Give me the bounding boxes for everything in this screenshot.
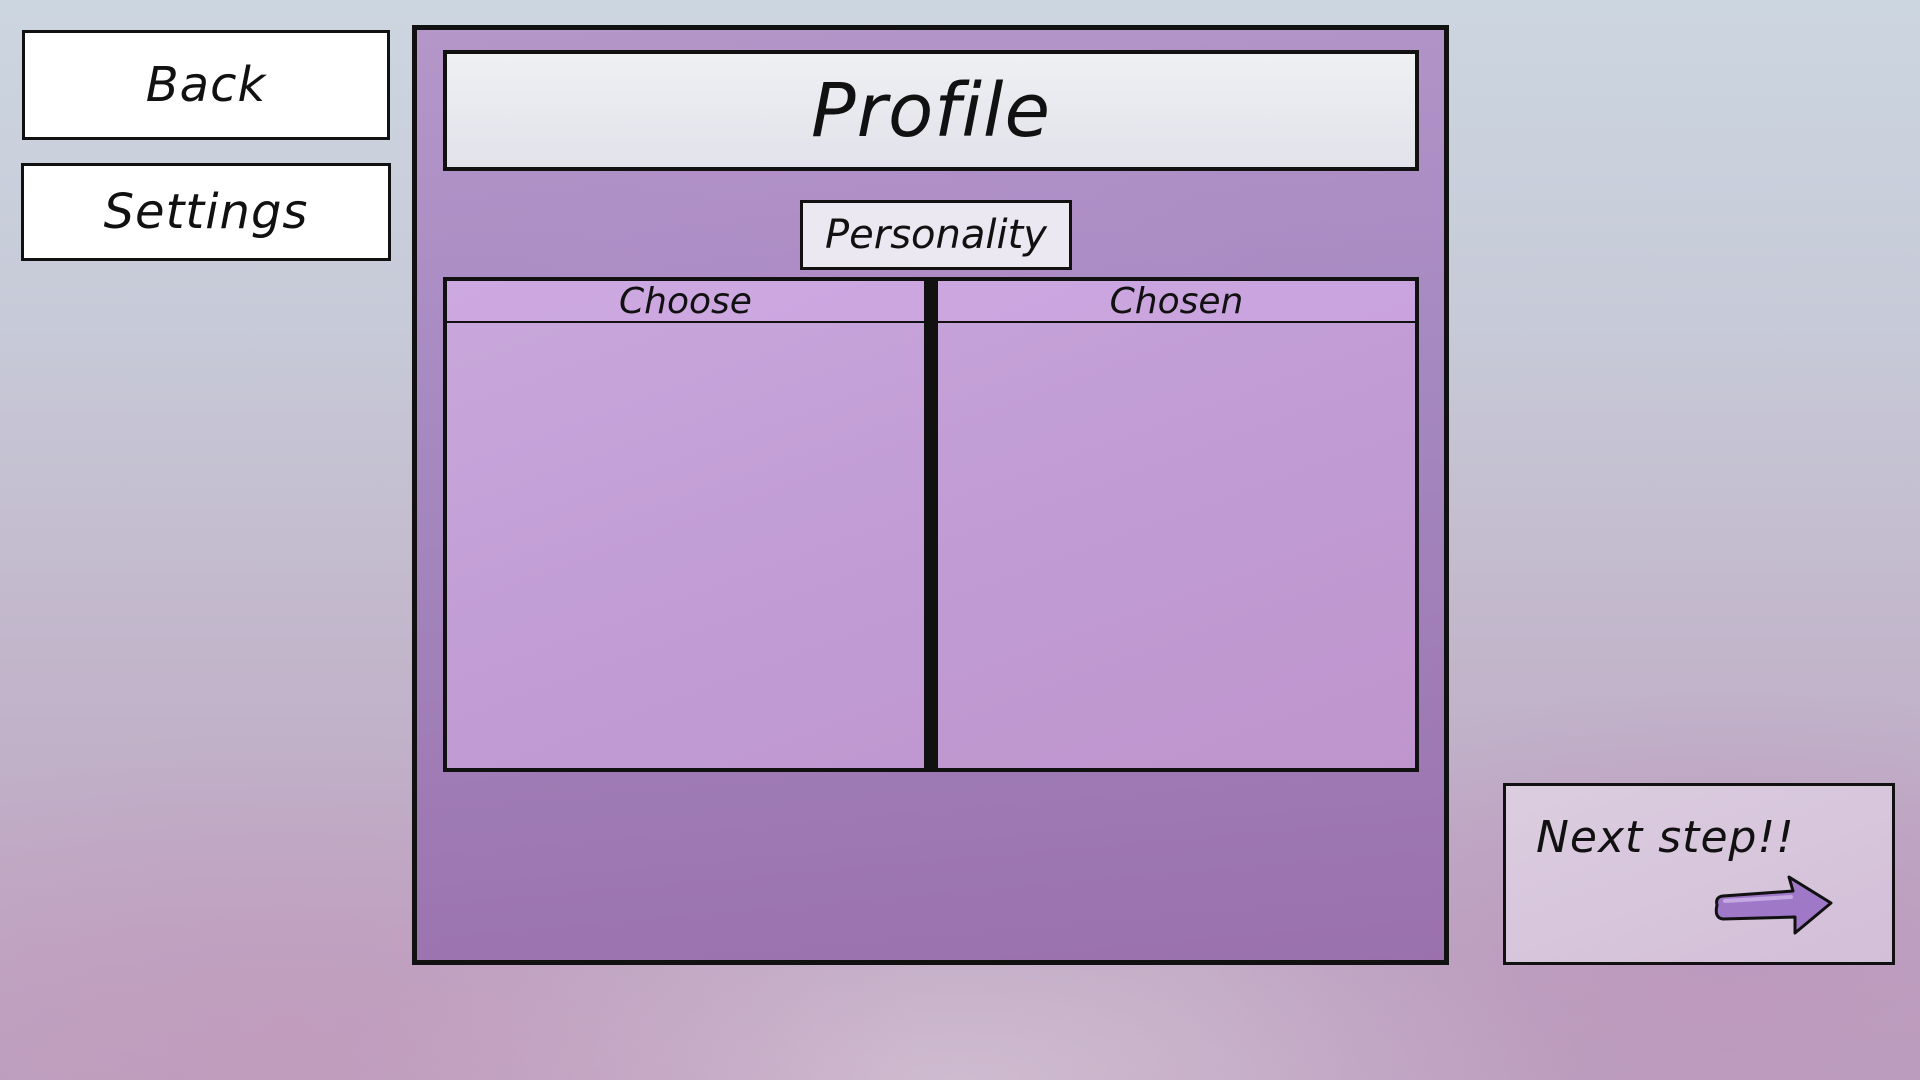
next-step-button[interactable]: Next step!!: [1503, 783, 1895, 965]
settings-button[interactable]: Settings: [21, 163, 391, 261]
settings-button-label: Settings: [103, 184, 309, 240]
trait-lists: Choose Chosen: [443, 277, 1419, 772]
profile-panel: Profile Personality Choose Chosen: [412, 25, 1449, 965]
tab-personality-label: Personality: [825, 212, 1047, 258]
right-arrow-icon: [1714, 875, 1833, 935]
page-title: Profile: [443, 50, 1419, 171]
choose-list-body[interactable]: [447, 323, 924, 768]
chosen-list-header: Chosen: [938, 281, 1415, 323]
list-divider: [924, 281, 938, 768]
page-title-text: Profile: [810, 67, 1052, 154]
back-button[interactable]: Back: [22, 30, 390, 140]
choose-list-header: Choose: [447, 281, 924, 323]
choose-list[interactable]: Choose: [447, 281, 924, 768]
tab-personality[interactable]: Personality: [800, 200, 1072, 270]
back-button-label: Back: [145, 57, 267, 113]
next-step-label: Next step!!: [1536, 812, 1795, 863]
chosen-list-body[interactable]: [938, 323, 1415, 768]
chosen-list[interactable]: Chosen: [938, 281, 1415, 768]
